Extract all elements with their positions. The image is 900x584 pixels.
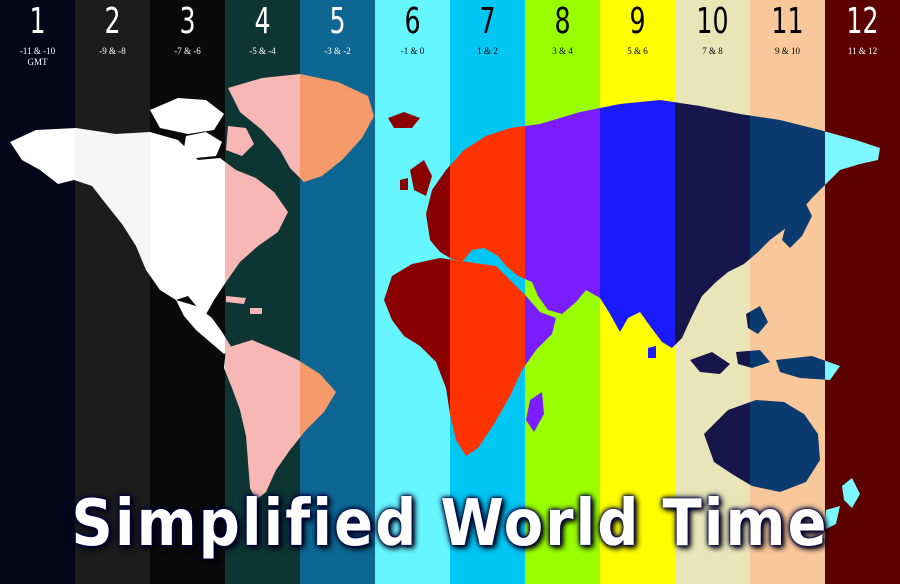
map-title: Simplified World Time: [71, 487, 829, 561]
world-time-map: 1 -11 & -10 GMT 2 -9 & -8 3 -7 & -6 4 -5 & -…: [0, 0, 900, 584]
